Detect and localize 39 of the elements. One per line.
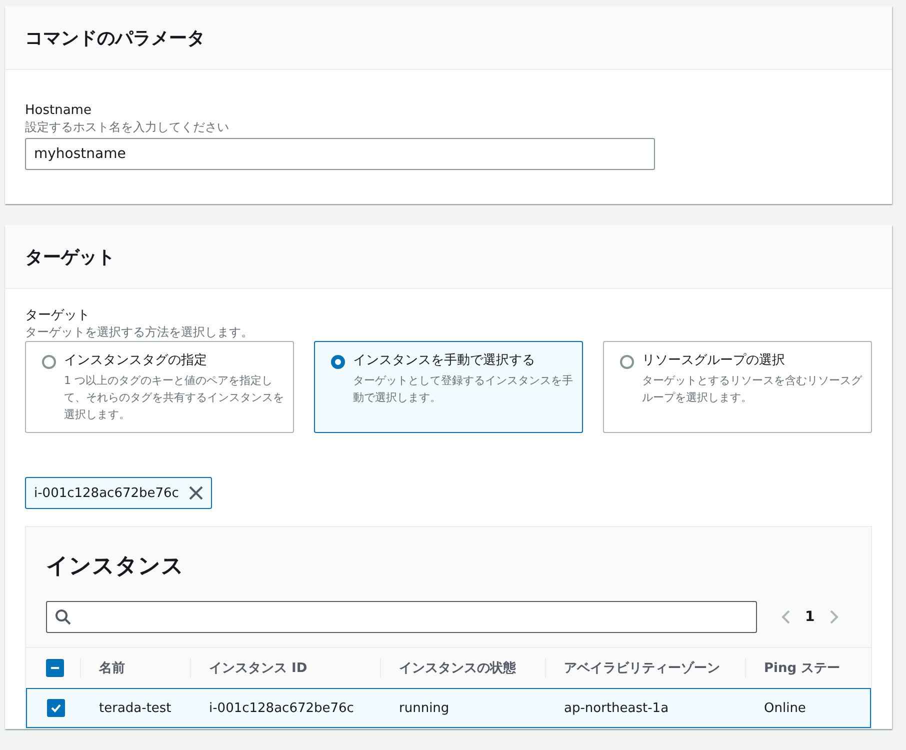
row-checkbox[interactable] — [47, 699, 65, 717]
field-label: Hostname — [25, 102, 92, 120]
column-header[interactable]: インスタンスの状態 — [399, 659, 516, 677]
field-description: 設定するホスト名を入力してください — [25, 120, 230, 134]
column-header[interactable]: インスタンス ID — [209, 659, 308, 677]
field-label: ターゲット — [25, 307, 91, 325]
select-all-checkbox[interactable] — [46, 659, 64, 677]
column-header[interactable]: 名前 — [99, 659, 125, 677]
radio-button[interactable] — [620, 355, 634, 369]
search-icon — [55, 609, 71, 625]
radio-tile[interactable]: インスタンスを手動で選択する ターゲットとして登録するインスタンスを手動で選択します。 — [314, 341, 583, 433]
option-title: インスタンスを手動で選択する — [353, 352, 536, 370]
table-cell: Online — [764, 700, 806, 716]
option-description: ターゲットとして登録するインスタンスを手動で選択します。 — [353, 373, 574, 406]
option-title: リソースグループの選択 — [642, 352, 786, 370]
table-cell: ap-northeast-1a — [564, 700, 669, 716]
option-description: 1 つ以上のタグのキーと値のペアを指定して、それらのタグを共有するインスタンスを選択します。 — [64, 373, 285, 423]
table-cell: terada-test — [99, 700, 172, 716]
search-field[interactable] — [46, 601, 757, 633]
option-description: ターゲットとするリソースを含むリソースグループを選択します。 — [642, 373, 863, 406]
radio-button[interactable] — [331, 355, 345, 369]
page-number[interactable]: 1 — [805, 609, 815, 625]
section-title: コマンドのパラメータ — [25, 26, 205, 50]
table-cell: running — [399, 700, 450, 716]
token-label: i-001c128ac672be76c — [34, 486, 179, 500]
radio-tile[interactable]: インスタンスタグの指定 1 つ以上のタグのキーと値のペアを指定して、それらのタグを共有するインスタンスを選択します。 — [25, 341, 294, 433]
section-title: ターゲット — [25, 246, 115, 268]
field-description: ターゲットを選択する方法を選択します。 — [25, 325, 254, 339]
table-cell: i-001c128ac672be76c — [209, 700, 354, 716]
column-header[interactable]: Ping ステー — [764, 659, 840, 677]
radio-button[interactable] — [42, 355, 56, 369]
panel-title: インスタンス — [45, 553, 185, 581]
close-icon[interactable] — [188, 486, 203, 500]
radio-tile[interactable]: リソースグループの選択 ターゲットとするリソースを含むリソースグループを選択します。 — [603, 341, 872, 433]
option-title: インスタンスタグの指定 — [64, 352, 208, 370]
column-header[interactable]: アベイラビリティーゾーン — [564, 659, 720, 677]
hostname-input-field[interactable]: myhostname — [25, 138, 655, 170]
table-row[interactable]: terada-test i-001c128ac672be76c running ap-northeast-1a Online — [26, 688, 871, 728]
check-icon — [50, 702, 62, 714]
